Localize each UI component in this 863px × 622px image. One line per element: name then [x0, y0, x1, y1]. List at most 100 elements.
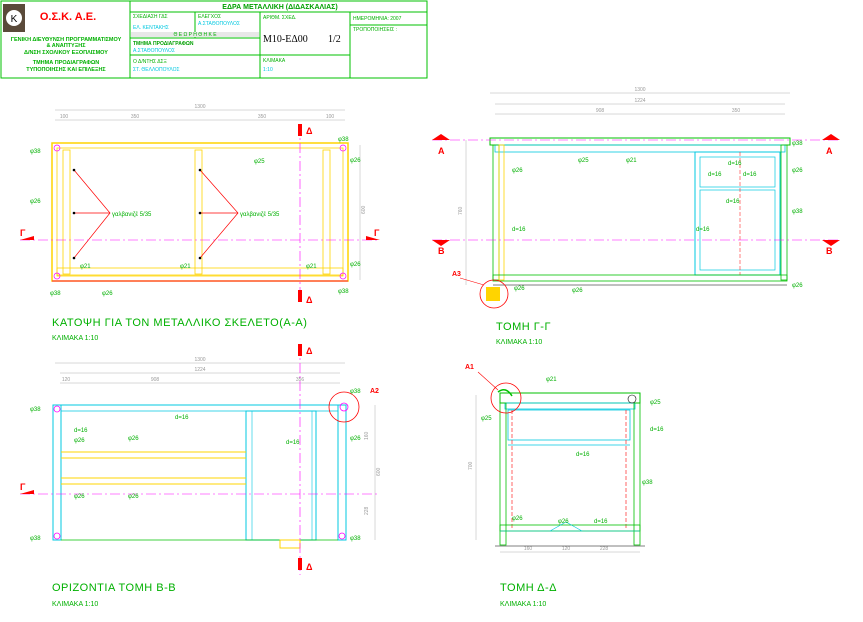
bb-dim-1300: 1300 — [194, 357, 205, 363]
section-dd-view: 700 160 120 228 Α1 φ21 φ25 φ25 d=16 d=16… — [465, 364, 664, 608]
gg-phi21: φ21 — [626, 158, 637, 164]
plan-section-g-left: Γ — [20, 228, 26, 238]
bb-scale: ΚΛΙΜΑΚΑ 1:10 — [52, 601, 98, 608]
bb-dim-600: 600 — [376, 467, 382, 476]
bb-phi26-bc: φ26 — [128, 494, 139, 500]
director-name: ΣΤ. ΘΕΛΛΟΠΟΥΛΟΣ — [133, 67, 180, 73]
plan-phi26-r2: φ26 — [350, 262, 361, 268]
section-gg-view: 1300 1224 908 350 760 Α3 Α Α Β Β φ25 φ21… — [432, 87, 840, 346]
gg-phi26-b2: φ26 — [572, 288, 583, 294]
plan-scale: ΚΛΙΜΑΚΑ 1:10 — [52, 335, 98, 342]
plan-section-g-right: Γ — [374, 228, 380, 238]
dept-label: ΤΜΗΜΑ ΠΡΟΔΙΑΓΡΑΦΩΝ — [133, 41, 194, 47]
gg-section-b-left: Β — [438, 246, 445, 256]
gg-phi26-b3: φ26 — [792, 283, 803, 289]
plan-dim-100a: 100 — [60, 114, 69, 120]
plan-dim-600: 600 — [361, 205, 367, 214]
gg-dim-350: 350 — [732, 108, 741, 114]
sheet-number: 1/2 — [328, 34, 341, 45]
gg-section-b-right: Β — [826, 246, 833, 256]
dd-detail-a1: Α1 — [465, 364, 474, 371]
check-label: ΕΛΕΓΧΟΣ — [198, 14, 221, 20]
design-label: ΣΧΕΔΙΑΣΗ ΓΔΣ — [133, 14, 168, 20]
dd-phi26-c: φ26 — [558, 519, 569, 525]
bb-dim-228: 228 — [364, 506, 370, 515]
section-bb-view: 1300 1224 908 120 356 600 160 228 Α2 Γ Δ… — [20, 344, 382, 608]
dd-d16-r: d=16 — [650, 427, 664, 433]
plan-view: 1300 100 350 350 100 600 γαλβανιζέ 5/35 … — [20, 104, 380, 342]
dd-dim-228: 228 — [600, 546, 609, 552]
title-block: K Ο.Σ.Κ. Α.Ε. ΓΕΝΙΚΗ ΔΙΕΥΘΥΝΣΗ ΠΡΟΓΡΑΜΜΑ… — [0, 0, 428, 79]
dept-name: Α.ΣΤΑΘΟΠΟΥΛΟΣ — [133, 48, 175, 54]
company-logo: K — [3, 4, 25, 32]
dd-dim-120: 120 — [562, 546, 571, 552]
gg-d16-b: d=16 — [743, 172, 757, 178]
scale-value: 1:10 — [263, 67, 273, 73]
bb-phi26-r: φ26 — [350, 436, 361, 442]
plan-phi25-top: φ25 — [254, 159, 265, 165]
gg-d16-c: d=16 — [728, 161, 742, 167]
plan-title: ΚΑΤΟΨΗ ΓΙΑ ΤΟΝ ΜΕΤΑΛΛΙΚΟ ΣΚΕΛΕΤΟ(Α-Α) — [52, 317, 307, 329]
bb-phi26-c: φ26 — [128, 436, 139, 442]
org-line-5: ΤΥΠΟΠΟΙΗΣΗΣ ΚΑΙ ΕΠΙΛΕΞΗΣ — [26, 67, 106, 73]
gg-dim-1224: 1224 — [634, 98, 645, 104]
bb-title: ΟΡΙΖΟΝΤΙΑ ΤΟΜΗ Β-Β — [52, 582, 176, 594]
dd-phi21: φ21 — [546, 377, 557, 383]
gg-d16-a: d=16 — [708, 172, 722, 178]
dd-phi25-l: φ25 — [481, 416, 492, 422]
plan-phi21-a: φ21 — [80, 264, 91, 270]
design-name: ΕΛ. ΚΕΝΤΑΚΗΣ — [133, 25, 169, 31]
gg-d16-e: d=16 — [512, 227, 526, 233]
dd-phi26-l: φ26 — [512, 516, 523, 522]
plan-phi26-r: φ26 — [350, 158, 361, 164]
bb-phi38-tr: φ38 — [350, 389, 361, 395]
plan-dim-350a: 350 — [131, 114, 140, 120]
plan-phi26-b: φ26 — [102, 291, 113, 297]
plan-rod-label-2: γαλβανιζέ 5/35 — [240, 211, 280, 218]
drawing-number: M10-ΕΔ00 — [263, 34, 308, 45]
revision-label: ΤΡΟΠΟΠΟΙΗΣΕΙΣ : — [353, 27, 397, 33]
plan-dim-100b: 100 — [326, 114, 335, 120]
bb-section-d-top: Δ — [306, 346, 313, 356]
date-label: ΗΜΕΡΟΜΗΝΙΑ: 2007 — [353, 16, 402, 22]
drawing-no-label: ΑΡΙΘΜ. ΣΧΕΔ. — [263, 15, 296, 21]
gg-detail-a3: Α3 — [452, 271, 461, 278]
gg-phi26-b1: φ26 — [514, 286, 525, 292]
dd-dim-160: 160 — [524, 546, 533, 552]
gg-d16-f: d=16 — [696, 227, 710, 233]
gg-phi25: φ25 — [578, 158, 589, 164]
bb-phi26-l: φ26 — [74, 438, 85, 444]
gg-dim-1300: 1300 — [634, 87, 645, 93]
plan-rod-label-1: γαλβανιζέ 5/35 — [112, 211, 152, 218]
dd-phi25-r: φ25 — [650, 400, 661, 406]
org-line-3: Δ/ΝΣΗ ΣΧΟΛΙΚΟΥ ΕΞΟΠΛΙΣΜΟΥ — [24, 50, 108, 56]
svg-text:K: K — [11, 14, 18, 25]
gg-section-a-right: Α — [826, 146, 833, 156]
plan-phi26-l: φ26 — [30, 199, 41, 205]
plan-dim-1300: 1300 — [194, 104, 205, 110]
bb-d16-l: d=16 — [74, 428, 88, 434]
plan-phi38-tl: φ38 — [30, 149, 41, 155]
dd-d16-b: d=16 — [594, 519, 608, 525]
director-label: Ο Δ/ΝΤΗΣ ΔΣΞ — [133, 59, 168, 65]
bb-dim-120: 120 — [62, 377, 71, 383]
org-line-2: & ΑΝΑΠΤΥΞΗΣ — [46, 43, 86, 49]
org-line-4: ΤΜΗΜΑ ΠΡΟΔΙΑΓΡΑΦΩΝ — [33, 60, 100, 66]
dd-phi38-r: φ38 — [642, 480, 653, 486]
plan-section-d-bottom: Δ — [306, 295, 313, 305]
bb-phi38-tl: φ38 — [30, 407, 41, 413]
bb-detail-a2: Α2 — [370, 388, 379, 395]
bb-phi38-bl: φ38 — [30, 536, 41, 542]
bb-dim-1224: 1224 — [194, 367, 205, 373]
check-name: Α.ΣΤΑΘΟΠΟΥΛΟΣ — [198, 21, 240, 27]
plan-phi38-br: φ38 — [338, 289, 349, 295]
dd-title: ΤΟΜΗ Δ-Δ — [500, 582, 557, 594]
bb-d16-r: d=16 — [286, 440, 300, 446]
gg-phi38-r2: φ38 — [792, 209, 803, 215]
company-name: Ο.Σ.Κ. Α.Ε. — [40, 11, 96, 23]
bb-section-d-bottom: Δ — [306, 562, 313, 572]
technical-drawing: K Ο.Σ.Κ. Α.Ε. ΓΕΝΙΚΗ ΔΙΕΥΘΥΝΣΗ ΠΡΟΓΡΑΜΜΑ… — [0, 0, 840, 608]
gg-d16-d: d=16 — [726, 199, 740, 205]
drawing-title: ΕΔΡΑ ΜΕΤΑΛΛΙΚΗ (ΔΙΔΑΣΚΑΛΙΑΣ) — [222, 4, 337, 11]
gg-phi26-l: φ26 — [512, 168, 523, 174]
